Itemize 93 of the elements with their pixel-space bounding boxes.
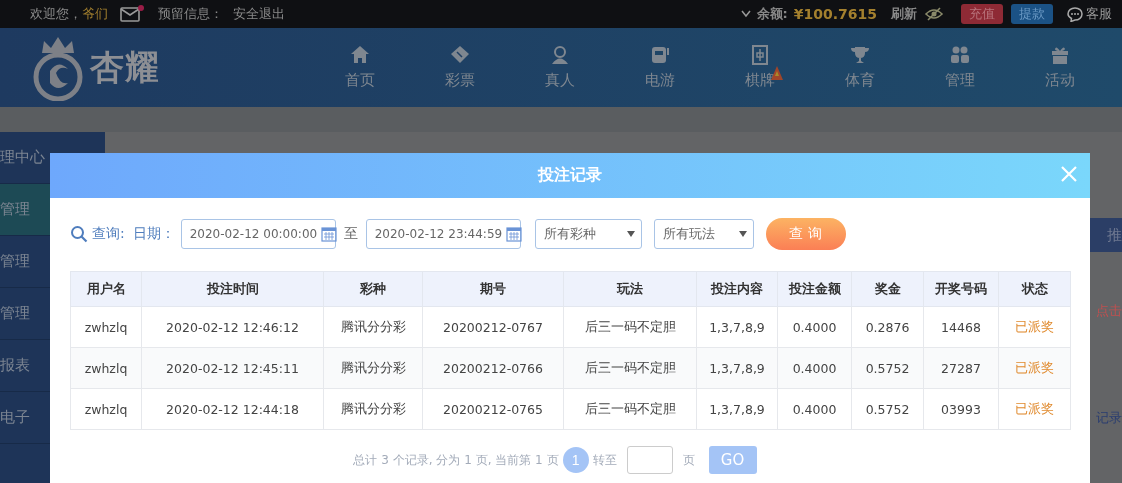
- table-cell: 0.4000: [777, 306, 852, 348]
- modal-title: 投注记录: [538, 165, 602, 186]
- table-cell: 后三一码不定胆: [563, 306, 697, 348]
- pagination-summary: 总计 3 个记录, 分为 1 页, 当前第 1 页: [353, 451, 559, 469]
- table-cell: 20200212-0766: [422, 347, 564, 389]
- mahjong-tile-icon[interactable]: [750, 45, 770, 65]
- username-link[interactable]: 爷们: [82, 5, 108, 23]
- column-header: 用户名: [70, 271, 142, 307]
- table-cell: 0.4000: [777, 347, 852, 389]
- status-cell: 已派奖: [998, 347, 1071, 389]
- table-cell: zwhzlq: [70, 306, 142, 348]
- column-header: 投注内容: [696, 271, 778, 307]
- date-field[interactable]: 2020-02-12 23:44:59: [365, 219, 521, 249]
- nav-item-label[interactable]: 电游: [645, 71, 675, 90]
- table-cell: zwhzlq: [70, 388, 142, 430]
- table-cell: 2020-02-12 12:46:12: [141, 306, 324, 348]
- page-button[interactable]: 1: [562, 447, 589, 473]
- date-field[interactable]: 2020-02-12 00:00:00: [180, 219, 336, 249]
- table-cell: 1,3,7,8,9: [696, 306, 778, 348]
- trophy-icon[interactable]: [850, 45, 870, 65]
- withdraw-button[interactable]: 提款: [1011, 4, 1053, 24]
- refresh-link[interactable]: 刷新: [891, 5, 917, 23]
- search-icon: [70, 225, 88, 243]
- home-icon[interactable]: [350, 45, 370, 65]
- nav-item-label[interactable]: 彩票: [445, 71, 475, 90]
- table-cell: 后三一码不定胆: [563, 347, 697, 389]
- balance-label: 余额:: [756, 5, 788, 23]
- eye-slash-icon[interactable]: [925, 7, 943, 21]
- dropdown[interactable]: 所有玩法: [653, 219, 754, 249]
- table-cell: 腾讯分分彩: [323, 306, 423, 348]
- query-label: 查询:: [92, 225, 125, 243]
- table-cell: zwhzlq: [70, 347, 142, 389]
- people-icon[interactable]: [950, 45, 970, 65]
- logout-link[interactable]: 安全退出: [233, 5, 285, 23]
- table-cell: 腾讯分分彩: [323, 347, 423, 389]
- table-cell: 0.2876: [851, 306, 924, 348]
- page-unit-label: 页: [682, 451, 695, 469]
- table-cell: 后三一码不定胆: [563, 388, 697, 430]
- table-cell: 0.4000: [777, 388, 852, 430]
- table-cell: 1,3,7,8,9: [696, 347, 778, 389]
- person-icon[interactable]: [550, 45, 570, 65]
- calendar-icon[interactable]: [506, 226, 523, 242]
- table-cell: 2020-02-12 12:44:18: [141, 388, 324, 430]
- close-icon[interactable]: [1060, 165, 1078, 183]
- nav-item-label[interactable]: 管理: [945, 71, 975, 90]
- page-input[interactable]: [626, 446, 673, 474]
- date-label: 日期：: [132, 225, 175, 243]
- table-cell: 0.5752: [851, 388, 924, 430]
- nav-item-label[interactable]: 体育: [845, 71, 875, 90]
- calendar-icon[interactable]: [321, 226, 338, 242]
- column-header: 玩法: [563, 271, 697, 307]
- to-label: 至: [343, 225, 358, 243]
- gift-icon[interactable]: [1050, 45, 1070, 65]
- nav-item-label[interactable]: 真人: [545, 71, 575, 90]
- table-cell: 1,3,7,8,9: [696, 388, 778, 430]
- table-cell: 0.5752: [851, 347, 924, 389]
- column-header: 彩种: [323, 271, 423, 307]
- nav-item-label[interactable]: 活动: [1045, 71, 1075, 90]
- column-header: 状态: [998, 271, 1071, 307]
- column-header: 投注时间: [141, 271, 324, 307]
- table-cell: 27287: [923, 347, 999, 389]
- welcome-text: 欢迎您，: [30, 5, 82, 23]
- caret-icon[interactable]: [740, 10, 751, 18]
- column-header: 期号: [422, 271, 564, 307]
- goto-label: 转至: [592, 451, 617, 469]
- nav-item-label[interactable]: 棋牌: [745, 71, 775, 90]
- table-cell: 14468: [923, 306, 999, 348]
- customer-service-link[interactable]: 客服: [1086, 5, 1112, 23]
- column-header: 投注金额: [777, 271, 852, 307]
- query-button[interactable]: 查 询: [765, 218, 846, 250]
- column-header: 开奖号码: [923, 271, 999, 307]
- go-button[interactable]: GO: [708, 446, 757, 474]
- column-header: 奖金: [851, 271, 924, 307]
- dropdown[interactable]: 所有彩种: [534, 219, 642, 249]
- reserved-info-label: 预留信息：: [158, 5, 223, 23]
- logo-text: 杏耀: [90, 45, 160, 89]
- table-cell: 20200212-0765: [422, 388, 564, 430]
- deposit-button[interactable]: 充值: [961, 4, 1003, 24]
- chat-icon: [1067, 6, 1083, 22]
- status-cell: 已派奖: [998, 306, 1071, 348]
- table-cell: 20200212-0767: [422, 306, 564, 348]
- table-cell: 腾讯分分彩: [323, 388, 423, 430]
- mail-icon[interactable]: [120, 6, 140, 22]
- balance-value: ¥100.7615: [793, 6, 877, 22]
- nav-item-label[interactable]: 首页: [345, 71, 375, 90]
- ticket-icon[interactable]: [450, 45, 470, 65]
- table-cell: 2020-02-12 12:45:11: [141, 347, 324, 389]
- dropdown-arrow-icon: [738, 231, 747, 237]
- table-cell: 03993: [923, 388, 999, 430]
- slot-machine-icon[interactable]: [650, 45, 670, 65]
- dropdown-arrow-icon: [626, 231, 635, 237]
- notice-fragment: 点击: [1096, 302, 1122, 320]
- status-cell: 已派奖: [998, 388, 1071, 430]
